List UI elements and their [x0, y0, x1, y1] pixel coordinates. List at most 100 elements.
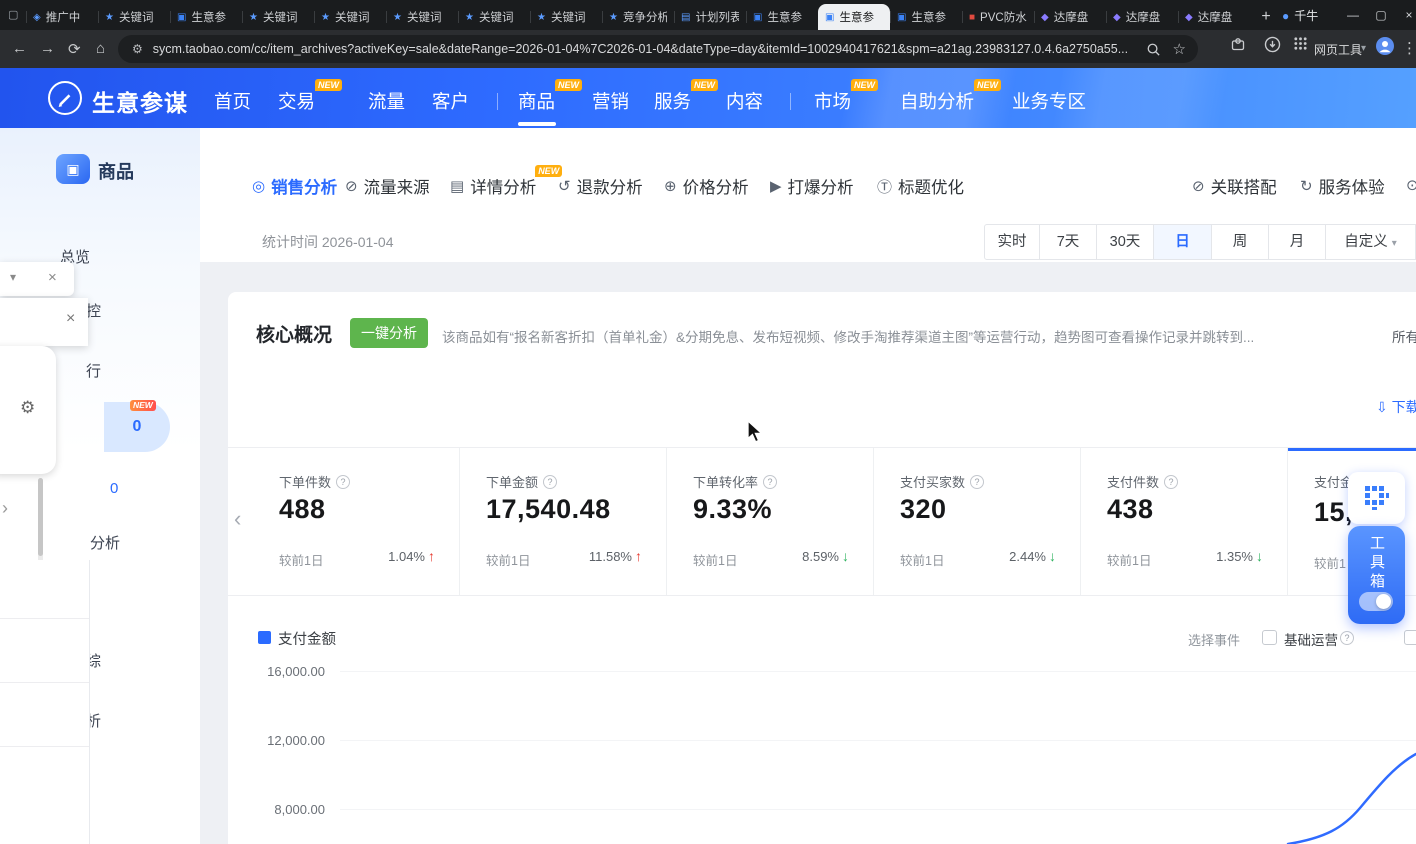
date-option-week[interactable]: 周 [1212, 224, 1269, 260]
reload-icon[interactable]: ⟳ [68, 40, 81, 58]
browser-tab[interactable]: ◈推广中 [26, 4, 98, 30]
toolbox-app-icon[interactable] [1348, 472, 1405, 524]
close-icon[interactable]: × [66, 310, 75, 328]
browser-tab[interactable]: ★关键词 [530, 4, 602, 30]
floating-panel[interactable]: ⚙ [0, 346, 56, 474]
nav-item-market[interactable]: 市场NEW [814, 88, 851, 114]
browser-tab[interactable]: ★关键词 [242, 4, 314, 30]
link-related-match[interactable]: ⊘关联搭配 [1192, 174, 1277, 198]
nav-item-product[interactable]: 商品NEW [518, 88, 555, 114]
tab-traffic-source[interactable]: ⊘流量来源 [345, 174, 430, 198]
browser-tab[interactable]: ★关键词 [458, 4, 530, 30]
browser-tab[interactable]: ▣生意参 [170, 4, 242, 30]
browser-tab[interactable]: ◆达摩盘 [1178, 4, 1250, 30]
browser-tab[interactable]: ▤计划列表 [674, 4, 746, 30]
browser-tab[interactable]: ◆达摩盘 [1106, 4, 1178, 30]
close-button[interactable]: × [1396, 0, 1416, 30]
link-service-experience[interactable]: ↻服务体验 [1300, 174, 1385, 198]
back-icon[interactable]: ← [12, 40, 27, 57]
date-option-custom[interactable]: 自定义▾ [1326, 224, 1416, 260]
toolbox-toggle[interactable] [1359, 592, 1393, 611]
tab-price-analysis[interactable]: ⊕价格分析 [664, 174, 749, 198]
close-icon[interactable]: × [48, 269, 57, 286]
nav-item-marketing[interactable]: 营销 [592, 88, 629, 114]
date-option-7d[interactable]: 7天 [1040, 224, 1097, 260]
info-icon[interactable]: ? [1340, 631, 1354, 645]
downloads-icon[interactable] [1264, 36, 1281, 53]
scrollbar-thumb[interactable] [38, 478, 43, 556]
info-icon[interactable]: ? [543, 475, 557, 489]
metric-card-order-conversion[interactable]: 下单转化率? 9.33% 较前1日 8.59%↓ [667, 448, 874, 595]
legend-swatch [258, 631, 271, 644]
info-icon[interactable]: ? [970, 475, 984, 489]
metric-card-paid-items[interactable]: 支付件数? 438 较前1日 1.35%↓ [1081, 448, 1288, 595]
url-text[interactable]: sycm.taobao.com/cc/item_archives?activeK… [153, 42, 1146, 56]
date-option-30d[interactable]: 30天 [1097, 224, 1154, 260]
pinned-app-chip[interactable]: ●千牛 [1282, 7, 1318, 24]
date-option-day[interactable]: 日 [1154, 224, 1212, 260]
nav-item-trade[interactable]: 交易NEW [278, 88, 315, 114]
nav-item-business-zone[interactable]: 业务专区 [1012, 88, 1086, 114]
info-icon[interactable]: ? [763, 475, 777, 489]
tab-refund-analysis[interactable]: ↺退款分析 [558, 174, 643, 198]
chevron-right-icon[interactable]: › [2, 498, 8, 519]
info-icon[interactable]: ? [1164, 475, 1178, 489]
download-link[interactable]: ⇩ 下载 [1376, 397, 1416, 417]
browser-tab[interactable]: ▣生意参 [890, 4, 962, 30]
browser-menu-icon[interactable]: ⋮ [1402, 39, 1416, 57]
tab-title-optimize[interactable]: Ⓣ标题优化 [877, 174, 964, 198]
browser-tab[interactable]: ◆达摩盘 [1034, 4, 1106, 30]
browser-tab[interactable]: ★关键词 [98, 4, 170, 30]
clipped-checkbox[interactable] [1404, 630, 1416, 645]
floating-panel[interactable]: ▾ × [0, 262, 74, 296]
nav-item-service[interactable]: 服务NEW [654, 88, 691, 114]
tab-hit-analysis[interactable]: ▶打爆分析 [770, 174, 854, 198]
sidebar-item-analysis[interactable]: 分析 [90, 532, 120, 553]
sidebar-item-fragment[interactable]: 行 [86, 360, 101, 381]
browser-tab[interactable]: ★关键词 [314, 4, 386, 30]
site-settings-icon[interactable]: ⚙ [132, 42, 143, 56]
browser-tab[interactable]: ▣生意参 [746, 4, 818, 30]
basic-operation-checkbox[interactable] [1262, 630, 1277, 645]
floating-panel[interactable]: × [0, 298, 88, 346]
sycm-logo-icon[interactable] [48, 81, 82, 115]
metric-card-order-items[interactable]: 下单件数? 488 较前1日 1.04%↑ [253, 448, 460, 595]
nav-item-home[interactable]: 首页 [214, 88, 251, 114]
maximize-button[interactable]: ▢ [1368, 0, 1394, 30]
collapse-icon[interactable]: ▾ [10, 270, 16, 284]
nav-item-content[interactable]: 内容 [726, 88, 763, 114]
minimize-button[interactable]: — [1340, 0, 1366, 30]
browser-tab[interactable]: ■PVC防水 [962, 4, 1034, 30]
tab-search-icon[interactable]: ▢ [8, 8, 18, 21]
gear-icon[interactable]: ⚙ [20, 398, 35, 418]
web-tools-grid-icon[interactable] [1293, 36, 1308, 51]
info-icon[interactable]: ? [336, 475, 350, 489]
date-option-realtime[interactable]: 实时 [984, 224, 1040, 260]
bookmark-star-icon[interactable]: ☆ [1173, 40, 1186, 58]
nav-item-self-analysis[interactable]: 自助分析NEW [900, 88, 974, 114]
tab-detail-analysis[interactable]: ▤详情分析NEW [450, 174, 536, 198]
browser-tab[interactable]: ★竞争分析 [602, 4, 674, 30]
new-tab-button[interactable]: + [1254, 5, 1278, 29]
nav-item-customer[interactable]: 客户 [432, 88, 469, 114]
browser-tab[interactable]: ★关键词 [386, 4, 458, 30]
cards-prev-button[interactable]: ‹ [234, 506, 241, 532]
basic-operation-label[interactable]: 基础运营 [1284, 629, 1338, 649]
metric-card-paid-buyers[interactable]: 支付买家数? 320 较前1日 2.44%↓ [874, 448, 1081, 595]
date-option-month[interactable]: 月 [1269, 224, 1326, 260]
web-tools-label[interactable]: 网页工具 [1314, 41, 1362, 58]
forward-icon[interactable]: → [40, 40, 55, 57]
home-icon[interactable]: ⌂ [96, 40, 105, 57]
sidebar-item-fragment[interactable]: 控 [86, 300, 101, 321]
address-bar[interactable]: ⚙ sycm.taobao.com/cc/item_archives?activ… [118, 35, 1198, 63]
tab-sales-analysis[interactable]: ◎销售分析 [252, 174, 337, 198]
profile-avatar[interactable] [1375, 36, 1395, 56]
nav-item-traffic[interactable]: 流量 [368, 88, 405, 114]
browser-tab-active[interactable]: ▣生意参 [818, 4, 890, 30]
toolbox-panel[interactable]: 工具箱 [1348, 526, 1405, 624]
app-logo-title[interactable]: 生意参谋 [92, 84, 188, 118]
one-click-analyze-button[interactable]: 一键分析 [350, 318, 428, 348]
zoom-icon[interactable] [1146, 42, 1161, 57]
extensions-icon[interactable] [1230, 36, 1246, 52]
metric-card-order-amount[interactable]: 下单金额? 17,540.48 较前1日 11.58%↑ [460, 448, 667, 595]
